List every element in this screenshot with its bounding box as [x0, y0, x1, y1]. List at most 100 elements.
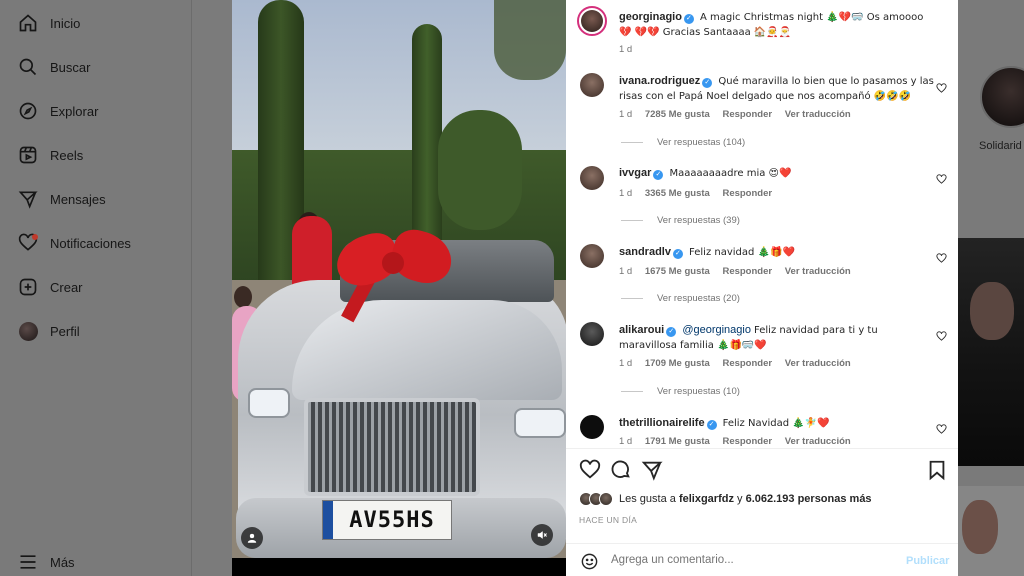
search-icon — [18, 57, 38, 77]
comment-like-icon[interactable] — [936, 251, 947, 263]
reply-button[interactable]: Responder — [722, 266, 772, 277]
plus-square-icon — [18, 277, 38, 297]
commenter-avatar[interactable] — [580, 322, 604, 346]
translate-button[interactable]: Ver traducción — [785, 266, 851, 277]
likes-summary[interactable]: Les gusta a felixgarfdz y 6.062.193 pers… — [579, 492, 872, 506]
likes-text: Les gusta a felixgarfdz y 6.062.193 pers… — [619, 493, 872, 505]
view-replies-label: Ver respuestas (20) — [657, 293, 740, 304]
comment-meta: 1 d 1675 Me gusta Responder Ver traducci… — [619, 266, 861, 277]
comment-meta: 1 d 1709 Me gusta Responder Ver traducci… — [619, 358, 861, 369]
comment-time: 1 d — [619, 436, 633, 447]
likes-count[interactable]: 6.062.193 personas más — [746, 493, 872, 505]
sidebar-item-reels[interactable]: Reels — [18, 143, 83, 167]
comment-likes[interactable]: 1709 Me gusta — [645, 358, 710, 369]
sidebar-item-label: Buscar — [50, 59, 91, 75]
comment: ivana.rodriguez ✓ Qué maravilla lo bien q… — [619, 74, 935, 104]
reply-button[interactable]: Responder — [722, 436, 772, 447]
translate-button[interactable]: Ver traducción — [785, 109, 851, 120]
emoji-icon[interactable] — [580, 552, 599, 571]
compass-icon — [18, 101, 38, 121]
liker-avatar — [599, 492, 613, 506]
commenter-avatar[interactable] — [580, 415, 604, 439]
comment-text: Feliz navidad 🎄🎁❤️ — [689, 247, 795, 258]
likes-prefix: Les gusta a — [619, 493, 676, 505]
commenter-avatar[interactable] — [580, 244, 604, 268]
verified-icon: ✓ — [702, 78, 713, 88]
comment-like-icon[interactable] — [936, 81, 947, 93]
view-replies-button[interactable]: Ver respuestas (39) — [621, 215, 740, 226]
profile-avatar — [18, 321, 38, 341]
comment-username[interactable]: sandradlv — [619, 246, 671, 258]
commenter-avatar[interactable] — [580, 73, 604, 97]
commenter-avatar[interactable] — [580, 166, 604, 190]
sidebar-item-explorar[interactable]: Explorar — [18, 99, 98, 123]
sidebar-item-buscar[interactable]: Buscar — [18, 55, 90, 79]
comment-like-icon[interactable] — [936, 422, 947, 434]
background-post-image — [958, 238, 1024, 466]
comment-time: 1 d — [619, 358, 633, 369]
verified-icon: ✓ — [683, 14, 694, 24]
verified-icon: ✓ — [706, 420, 717, 430]
comment: sandradlv ✓ Feliz navidad 🎄🎁❤️ — [619, 245, 935, 260]
verified-icon: ✓ — [653, 170, 664, 180]
translate-button[interactable]: Ver traducción — [785, 358, 851, 369]
sidebar-item-label: Notificaciones — [50, 235, 131, 251]
likes-connector: y — [737, 493, 743, 505]
reply-button[interactable]: Responder — [722, 358, 772, 369]
verified-icon: ✓ — [666, 327, 677, 337]
author-username[interactable]: georginagio — [619, 11, 682, 23]
comment-username[interactable]: ivvgar — [619, 167, 651, 179]
sidebar-item-mensajes[interactable]: Mensajes — [18, 187, 106, 211]
post-time-label: HACE UN DÍA — [579, 515, 638, 525]
comment-likes[interactable]: 7285 Me gusta — [645, 109, 710, 120]
view-replies-label: Ver respuestas (10) — [657, 386, 740, 397]
comment-icon[interactable] — [610, 459, 632, 481]
likes-user[interactable]: felixgarfdz — [679, 493, 734, 505]
comment: ivvgar ✓ Maaaaaaaadre mia 😍❤️ — [619, 166, 935, 181]
sidebar-item-mas[interactable]: Más — [18, 550, 75, 574]
comment-username[interactable]: alikaroui — [619, 324, 664, 336]
share-icon[interactable] — [641, 459, 663, 481]
mute-icon[interactable] — [531, 524, 553, 546]
comment-time: 1 d — [619, 188, 633, 199]
view-replies-button[interactable]: Ver respuestas (104) — [621, 137, 745, 148]
tagged-user-icon[interactable] — [241, 527, 263, 549]
view-replies-label: Ver respuestas (104) — [657, 137, 746, 148]
sidebar-item-perfil[interactable]: Perfil — [18, 319, 80, 343]
plate-number: AV55HS — [349, 507, 435, 533]
verified-icon: ✓ — [672, 249, 683, 259]
comment-meta: 1 d 3365 Me gusta Responder — [619, 188, 782, 199]
comment-username[interactable]: ivana.rodriguez — [619, 75, 700, 87]
sidebar-item-notificaciones[interactable]: Notificaciones — [18, 231, 131, 255]
comment-mention[interactable]: @georginagio — [682, 324, 751, 336]
comment-like-icon[interactable] — [936, 172, 947, 184]
save-icon[interactable] — [926, 459, 948, 481]
sidebar-item-inicio[interactable]: Inicio — [18, 11, 80, 35]
post-time: 1 d — [619, 44, 633, 55]
comment: alikaroui ✓ @georginagio Feliz navidad pa… — [619, 323, 935, 353]
reply-button[interactable]: Responder — [722, 109, 772, 120]
post-detail-panel: georginagio ✓ A magic Christmas night 🎄💔🥽… — [566, 0, 958, 576]
comment-input[interactable] — [611, 554, 891, 566]
comment-likes[interactable]: 1791 Me gusta — [645, 436, 710, 447]
reels-icon — [18, 145, 38, 165]
view-replies-button[interactable]: Ver respuestas (20) — [621, 293, 740, 304]
sidebar-item-label: Explorar — [50, 103, 99, 119]
comment-like-icon[interactable] — [936, 329, 947, 341]
comment-time: 1 d — [619, 266, 633, 277]
comment-likes[interactable]: 1675 Me gusta — [645, 266, 710, 277]
author-avatar[interactable] — [577, 6, 607, 36]
sidebar-item-crear[interactable]: Crear — [18, 275, 83, 299]
comment-likes[interactable]: 3365 Me gusta — [645, 188, 710, 199]
publish-button[interactable]: Publicar — [906, 555, 949, 567]
like-icon[interactable] — [579, 459, 601, 481]
comment-meta: 1 d 7285 Me gusta Responder Ver traducci… — [619, 109, 861, 120]
post-caption: georginagio ✓ A magic Christmas night 🎄💔🥽… — [619, 10, 935, 40]
translate-button[interactable]: Ver traducción — [785, 436, 851, 447]
comment-username[interactable]: thetrillionairelife — [619, 417, 705, 429]
heart-icon — [18, 233, 38, 253]
license-plate: AV55HS — [322, 500, 452, 540]
post-media[interactable]: AV55HS — [232, 0, 566, 576]
view-replies-button[interactable]: Ver respuestas (10) — [621, 386, 740, 397]
reply-button[interactable]: Responder — [722, 188, 772, 199]
